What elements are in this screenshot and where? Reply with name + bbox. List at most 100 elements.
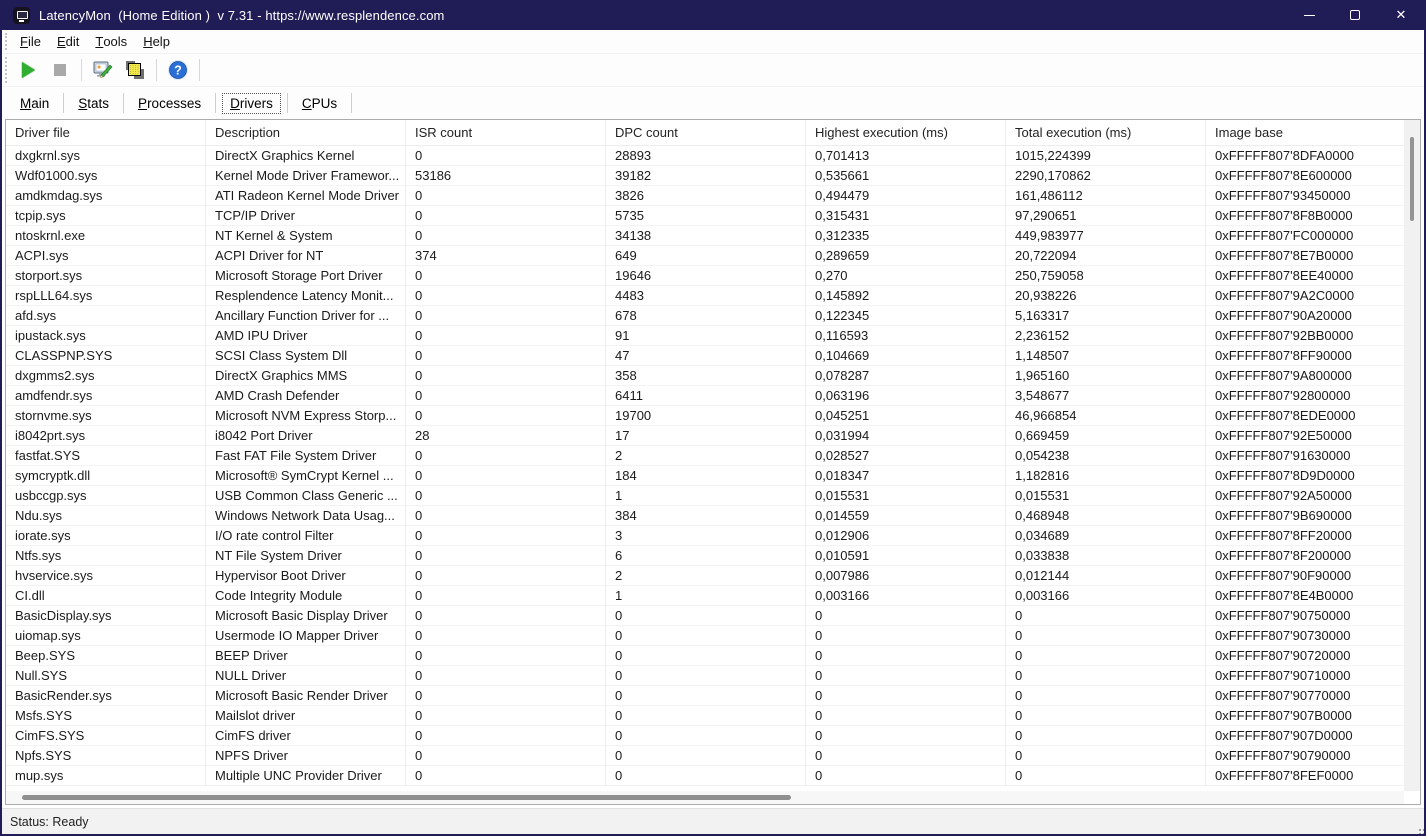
menu-edit[interactable]: Edit xyxy=(49,30,87,53)
cell-description: DirectX Graphics Kernel xyxy=(206,146,406,166)
table-row[interactable]: CLASSPNP.SYSSCSI Class System Dll0470,10… xyxy=(6,346,1404,366)
table-row[interactable]: uiomap.sysUsermode IO Mapper Driver00000… xyxy=(6,626,1404,646)
close-button[interactable]: ✕ xyxy=(1378,0,1424,30)
start-monitor-button[interactable] xyxy=(13,56,43,84)
app-icon[interactable] xyxy=(13,7,30,24)
tab-processes[interactable]: Processes xyxy=(130,93,209,114)
table-row[interactable]: CimFS.SYSCimFS driver00000xFFFFF807'907D… xyxy=(6,726,1404,746)
cell-total-execution: 0 xyxy=(1006,666,1206,686)
column-header-total-execution[interactable]: Total execution (ms) xyxy=(1006,120,1206,146)
cell-dpc-count: 0 xyxy=(606,686,806,706)
cell-image-base: 0xFFFFF807'90770000 xyxy=(1206,686,1404,706)
cell-description: BEEP Driver xyxy=(206,646,406,666)
table-row[interactable]: Wdf01000.sysKernel Mode Driver Framewor.… xyxy=(6,166,1404,186)
column-header-dpc-count[interactable]: DPC count xyxy=(606,120,806,146)
column-header-description[interactable]: Description xyxy=(206,120,406,146)
toolbar-grip[interactable] xyxy=(5,57,10,83)
cell-image-base: 0xFFFFF807'907B0000 xyxy=(1206,706,1404,726)
cell-highest-execution: 0 xyxy=(806,766,1006,786)
table-row[interactable]: fastfat.SYSFast FAT File System Driver02… xyxy=(6,446,1404,466)
column-header-highest-execution[interactable]: Highest execution (ms) xyxy=(806,120,1006,146)
table-row[interactable]: symcryptk.dllMicrosoft® SymCrypt Kernel … xyxy=(6,466,1404,486)
maximize-button[interactable] xyxy=(1332,0,1378,30)
table-row[interactable]: amdkmdag.sysATI Radeon Kernel Mode Drive… xyxy=(6,186,1404,206)
table-row[interactable]: ntoskrnl.exeNT Kernel & System0341380,31… xyxy=(6,226,1404,246)
cell-description: USB Common Class Generic ... xyxy=(206,486,406,506)
minimize-button[interactable] xyxy=(1286,0,1332,30)
cell-dpc-count: 1 xyxy=(606,586,806,606)
cell-driver-file: BasicRender.sys xyxy=(6,686,206,706)
help-button[interactable]: ? xyxy=(163,56,193,84)
vertical-scrollbar-thumb[interactable] xyxy=(1410,137,1414,221)
copy-report-button[interactable] xyxy=(120,56,150,84)
cell-image-base: 0xFFFFF807'8F200000 xyxy=(1206,546,1404,566)
vertical-scrollbar[interactable] xyxy=(1404,120,1420,791)
cell-dpc-count: 358 xyxy=(606,366,806,386)
status-bar: Status: Ready xyxy=(2,808,1424,834)
table-row[interactable]: Ntfs.sysNT File System Driver060,0105910… xyxy=(6,546,1404,566)
cell-total-execution: 20,722094 xyxy=(1006,246,1206,266)
table-row[interactable]: iorate.sysI/O rate control Filter030,012… xyxy=(6,526,1404,546)
cell-description: Code Integrity Module xyxy=(206,586,406,606)
menu-help[interactable]: Help xyxy=(135,30,178,53)
cell-image-base: 0xFFFFF807'8FEF0000 xyxy=(1206,766,1404,786)
table-row[interactable]: mup.sysMultiple UNC Provider Driver00000… xyxy=(6,766,1404,786)
stop-monitor-button[interactable] xyxy=(45,56,75,84)
cell-dpc-count: 0 xyxy=(606,626,806,646)
cell-image-base: 0xFFFFF807'8E7B0000 xyxy=(1206,246,1404,266)
cell-dpc-count: 0 xyxy=(606,746,806,766)
toolbar: ? xyxy=(2,54,1424,87)
cell-driver-file: usbccgp.sys xyxy=(6,486,206,506)
cell-image-base: 0xFFFFF807'FC000000 xyxy=(1206,226,1404,246)
column-header-isr-count[interactable]: ISR count xyxy=(406,120,606,146)
tab-drivers[interactable]: Drivers xyxy=(222,93,281,114)
cell-description: Usermode IO Mapper Driver xyxy=(206,626,406,646)
cell-image-base: 0xFFFFF807'8D9D0000 xyxy=(1206,466,1404,486)
table-row[interactable]: stornvme.sysMicrosoft NVM Express Storp.… xyxy=(6,406,1404,426)
cell-total-execution: 0,012144 xyxy=(1006,566,1206,586)
tab-main[interactable]: Main xyxy=(12,93,57,114)
cell-driver-file: amdfendr.sys xyxy=(6,386,206,406)
table-row[interactable]: Ndu.sysWindows Network Data Usag...03840… xyxy=(6,506,1404,526)
cell-image-base: 0xFFFFF807'90790000 xyxy=(1206,746,1404,766)
table-row[interactable]: CI.dllCode Integrity Module010,0031660,0… xyxy=(6,586,1404,606)
table-row[interactable]: Msfs.SYSMailslot driver00000xFFFFF807'90… xyxy=(6,706,1404,726)
table-row[interactable]: ACPI.sysACPI Driver for NT3746490,289659… xyxy=(6,246,1404,266)
cell-driver-file: fastfat.SYS xyxy=(6,446,206,466)
column-header-driver-file[interactable]: Driver file xyxy=(6,120,206,146)
table-row[interactable]: ipustack.sysAMD IPU Driver0910,1165932,2… xyxy=(6,326,1404,346)
table-row[interactable]: rspLLL64.sysResplendence Latency Monit..… xyxy=(6,286,1404,306)
table-row[interactable]: BasicRender.sysMicrosoft Basic Render Dr… xyxy=(6,686,1404,706)
cell-driver-file: rspLLL64.sys xyxy=(6,286,206,306)
table-row[interactable]: usbccgp.sysUSB Common Class Generic ...0… xyxy=(6,486,1404,506)
resize-grip-icon[interactable] xyxy=(1419,829,1421,831)
report-button[interactable] xyxy=(88,56,118,84)
table-row[interactable]: Null.SYSNULL Driver00000xFFFFF807'907100… xyxy=(6,666,1404,686)
table-row[interactable]: afd.sysAncillary Function Driver for ...… xyxy=(6,306,1404,326)
latencymon-window: LatencyMon (Home Edition ) v 7.31 - http… xyxy=(0,0,1426,836)
horizontal-scrollbar-thumb[interactable] xyxy=(22,795,791,800)
play-icon xyxy=(22,62,35,78)
table-row[interactable]: Beep.SYSBEEP Driver00000xFFFFF807'907200… xyxy=(6,646,1404,666)
table-row[interactable]: dxgkrnl.sysDirectX Graphics Kernel028893… xyxy=(6,146,1404,166)
table-row[interactable]: i8042prt.sysi8042 Port Driver28170,03199… xyxy=(6,426,1404,446)
cell-dpc-count: 649 xyxy=(606,246,806,266)
menu-file[interactable]: File xyxy=(12,30,49,53)
table-row[interactable]: hvservice.sysHypervisor Boot Driver020,0… xyxy=(6,566,1404,586)
menubar-grip[interactable] xyxy=(5,33,10,50)
table-row[interactable]: storport.sysMicrosoft Storage Port Drive… xyxy=(6,266,1404,286)
tab-cpus[interactable]: CPUs xyxy=(294,93,345,114)
table-row[interactable]: dxgmms2.sysDirectX Graphics MMS03580,078… xyxy=(6,366,1404,386)
horizontal-scrollbar[interactable] xyxy=(6,791,1404,804)
tab-stats[interactable]: Stats xyxy=(70,93,117,114)
cell-isr-count: 0 xyxy=(406,406,606,426)
cell-isr-count: 0 xyxy=(406,666,606,686)
column-header-image-base[interactable]: Image base xyxy=(1206,120,1404,146)
table-row[interactable]: BasicDisplay.sysMicrosoft Basic Display … xyxy=(6,606,1404,626)
table-row[interactable]: amdfendr.sysAMD Crash Defender064110,063… xyxy=(6,386,1404,406)
table-row[interactable]: Npfs.SYSNPFS Driver00000xFFFFF807'907900… xyxy=(6,746,1404,766)
cell-isr-count: 28 xyxy=(406,426,606,446)
menu-tools[interactable]: Tools xyxy=(87,30,135,53)
cell-dpc-count: 47 xyxy=(606,346,806,366)
table-row[interactable]: tcpip.sysTCP/IP Driver057350,31543197,29… xyxy=(6,206,1404,226)
